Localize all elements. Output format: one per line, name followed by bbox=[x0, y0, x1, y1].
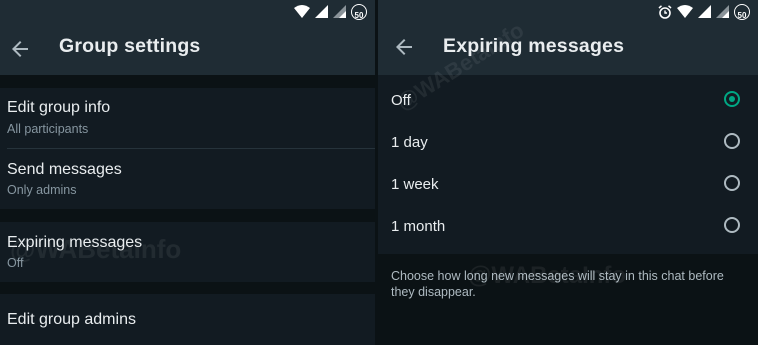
edit-group-admins-setting[interactable]: Edit group admins bbox=[0, 294, 375, 345]
alarm-icon bbox=[658, 4, 672, 19]
section-separator bbox=[0, 75, 375, 88]
wifi-icon bbox=[677, 5, 693, 18]
section-separator bbox=[0, 282, 375, 294]
setting-title: Expiring messages bbox=[7, 234, 143, 251]
option-label: 1 day bbox=[391, 134, 428, 151]
option-label: 1 month bbox=[391, 218, 446, 235]
wifi-icon bbox=[294, 5, 310, 18]
option-label: 1 week bbox=[391, 176, 439, 193]
setting-title: Edit group admins bbox=[7, 311, 136, 328]
page-title: Expiring messages bbox=[443, 35, 625, 57]
setting-title: Send messages bbox=[7, 161, 122, 178]
status-bar: 50 bbox=[378, 0, 758, 23]
section-separator bbox=[0, 209, 375, 222]
setting-value: All participants bbox=[7, 122, 89, 136]
setting-value: Off bbox=[7, 256, 24, 270]
app-bar: Group settings bbox=[0, 23, 375, 75]
battery-level: 50 bbox=[354, 10, 364, 20]
app-bar: Expiring messages bbox=[378, 23, 758, 75]
battery-level: 50 bbox=[737, 10, 747, 20]
signal-icon bbox=[333, 5, 346, 18]
footer-section: Choose how long new messages will stay i… bbox=[378, 254, 758, 345]
expiring-messages-screen: 50 Expiring messages Off 1 day 1 week 1 … bbox=[378, 0, 758, 345]
option-off[interactable]: Off bbox=[378, 80, 758, 122]
radio-unselected[interactable] bbox=[724, 217, 740, 233]
expiring-messages-setting[interactable]: Expiring messages Off bbox=[0, 222, 375, 282]
radio-selected[interactable] bbox=[724, 91, 740, 107]
radio-unselected[interactable] bbox=[724, 133, 740, 149]
battery-icon: 50 bbox=[734, 3, 750, 20]
back-arrow-icon[interactable] bbox=[392, 35, 416, 59]
option-label: Off bbox=[391, 92, 411, 109]
group-settings-screen: 50 Group settings Edit group info All pa… bbox=[0, 0, 375, 345]
battery-icon: 50 bbox=[351, 3, 367, 20]
send-messages-setting[interactable]: Send messages Only admins bbox=[0, 149, 375, 209]
signal-icon bbox=[315, 5, 328, 18]
status-bar: 50 bbox=[0, 0, 375, 23]
page-title: Group settings bbox=[59, 35, 201, 57]
signal-icon bbox=[698, 5, 711, 18]
edit-group-info-setting[interactable]: Edit group info All participants bbox=[0, 88, 375, 148]
signal-icon bbox=[716, 5, 729, 18]
radio-unselected[interactable] bbox=[724, 175, 740, 191]
setting-value: Only admins bbox=[7, 183, 77, 197]
footnote: Choose how long new messages will stay i… bbox=[391, 269, 724, 299]
back-arrow-icon[interactable] bbox=[8, 37, 32, 61]
option-1-day[interactable]: 1 day bbox=[378, 122, 758, 164]
option-1-month[interactable]: 1 month bbox=[378, 206, 758, 248]
option-1-week[interactable]: 1 week bbox=[378, 164, 758, 206]
setting-title: Edit group info bbox=[7, 99, 111, 116]
